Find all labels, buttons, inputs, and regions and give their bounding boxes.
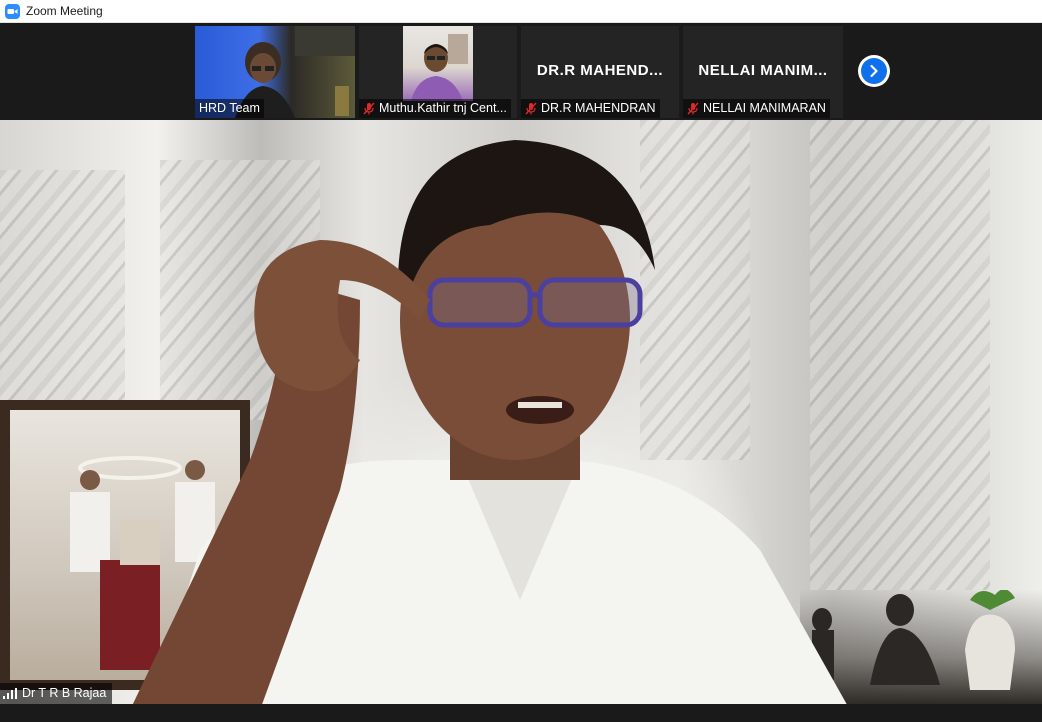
participant-tile-dr-mahendran[interactable]: DR.R MAHEND... DR.R MAHENDRAN [521,26,679,118]
bottom-bar [0,704,1042,722]
signal-strength-icon [3,688,17,699]
participant-name-label: HRD Team [195,99,264,118]
participant-display-name: NELLAI MANIM... [698,62,828,79]
participant-tile-hrd-team[interactable]: HRD Team [195,26,355,118]
title-bar: Zoom Meeting [0,0,1042,23]
active-speaker-video[interactable]: Dr T R B Rajaa [0,120,1042,704]
window-title: Zoom Meeting [26,4,103,18]
active-speaker-label: Dr T R B Rajaa [0,683,113,704]
zoom-camera-icon [5,3,20,19]
mic-muted-icon [525,102,537,115]
participant-name-label: DR.R MAHENDRAN [521,99,660,118]
mic-muted-icon [687,102,699,115]
participant-display-name: DR.R MAHEND... [536,62,664,79]
speaker-figure [132,140,847,704]
participant-tile-nellai-manimaran[interactable]: NELLAI MANIM... NELLAI MANIMARAN [683,26,843,118]
chevron-right-icon [870,64,878,78]
participant-name-label: Muthu.Kathir tnj Cent... [359,99,511,118]
participant-strip: HRD Team Muthu.Kathir tnj Cent... DR.R M… [0,23,1042,120]
active-speaker-name: Dr T R B Rajaa [22,686,107,700]
participant-name-label: NELLAI MANIMARAN [683,99,830,118]
participant-tile-muthu-kathir[interactable]: Muthu.Kathir tnj Cent... [359,26,517,118]
mic-muted-icon [363,102,375,115]
participant-video [403,26,473,101]
next-participants-button[interactable] [858,55,890,87]
